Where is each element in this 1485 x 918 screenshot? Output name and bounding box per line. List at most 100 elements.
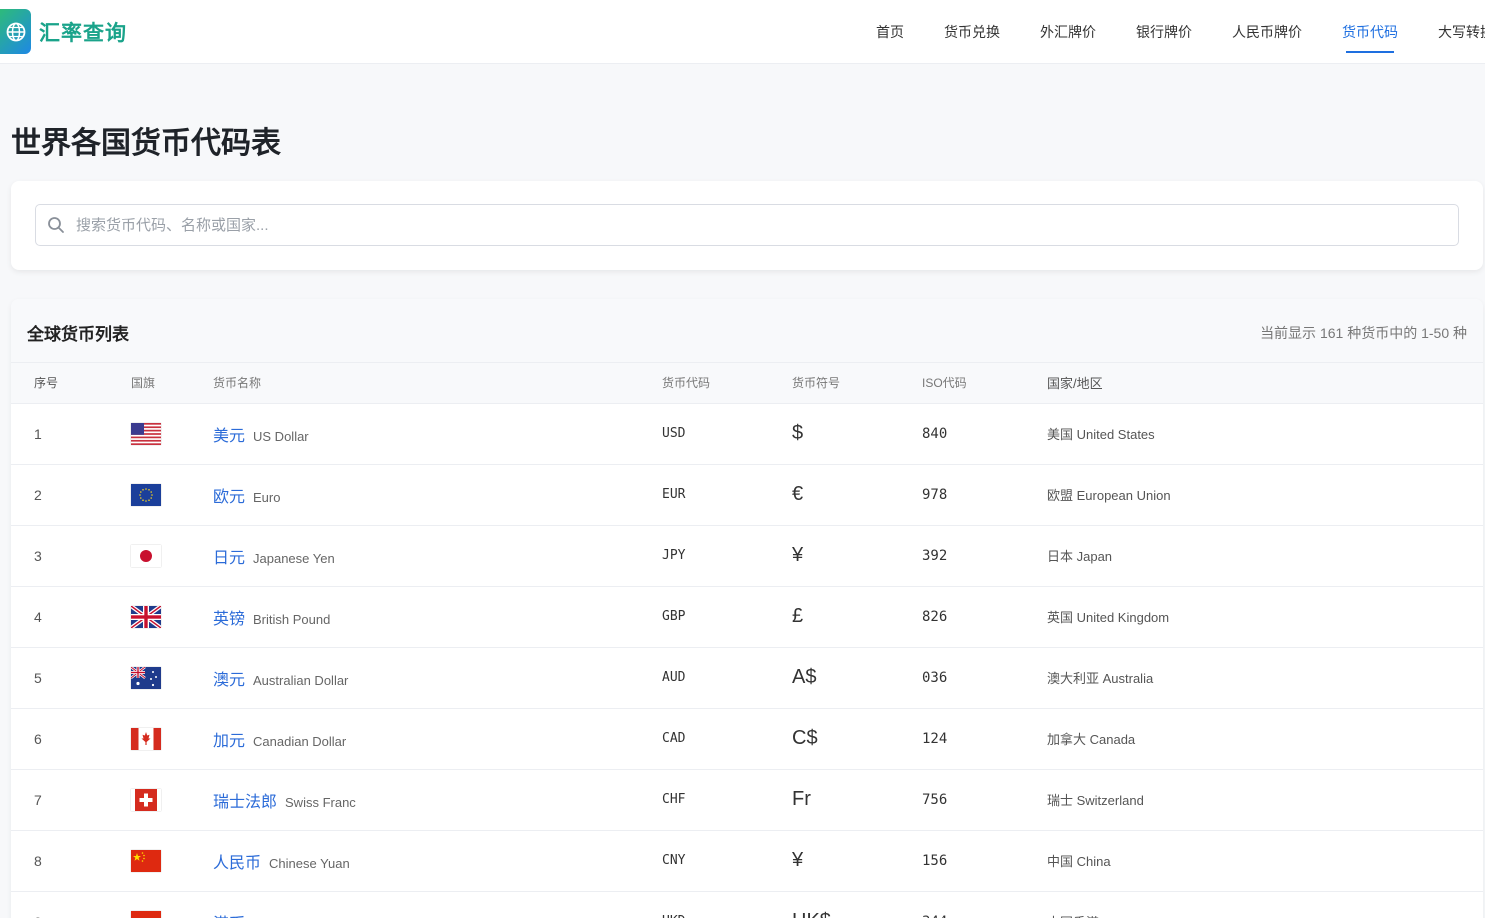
row-number: 3 [11, 525, 108, 587]
us-flag-icon [131, 422, 161, 445]
nav-item-0[interactable]: 首页 [860, 0, 920, 64]
row-number: 6 [11, 708, 108, 770]
table-row[interactable]: 1 美元 US Dollar USD $840 美国 United States [11, 403, 1483, 465]
col-header-no: 序号 [11, 363, 108, 404]
ch-flag-icon [131, 788, 161, 811]
jp-flag-icon [131, 544, 161, 567]
nav-item-2[interactable]: 外汇牌价 [1024, 0, 1112, 64]
currency-name-link[interactable]: 加元 [213, 733, 245, 750]
table-row[interactable]: 2 欧元 Euro EUR €978 欧盟 European Union [11, 464, 1483, 526]
currency-code: CHF [662, 769, 792, 831]
currency-english-name: Chinese Yuan [269, 855, 350, 871]
country-name: 加拿大 Canada [1047, 708, 1483, 770]
iso-code: 156 [922, 830, 1047, 892]
hk-flag-icon [131, 910, 161, 918]
currency-code: CAD [662, 708, 792, 770]
search-card [11, 181, 1483, 270]
logo-text: 汇率查询 [39, 21, 127, 45]
nav-item-6[interactable]: 大写转换 [1422, 0, 1485, 64]
site-logo[interactable]: 汇率查询 [0, 9, 127, 54]
search-box[interactable] [35, 204, 1459, 246]
top-header: 汇率查询 首页货币兑换外汇牌价银行牌价人民币牌价货币代码大写转换 [0, 0, 1485, 64]
currency-code: HKD [662, 891, 792, 918]
iso-code: 978 [922, 464, 1047, 526]
col-header-flag: 国旗 [108, 363, 213, 404]
list-header: 全球货币列表 当前显示 161 种货币中的 1-50 种 [11, 299, 1483, 363]
currency-code: AUD [662, 647, 792, 709]
row-number: 2 [11, 464, 108, 526]
table-header-row: 序号 国旗 货币名称 货币代码 货币符号 ISO代码 国家/地区 [11, 363, 1483, 404]
nav-item-1[interactable]: 货币兑换 [928, 0, 1016, 64]
page-title: 世界各国货币代码表 [11, 127, 281, 160]
currency-name-link[interactable]: 欧元 [213, 489, 245, 506]
currency-symbol: ¥ [792, 525, 922, 587]
currency-symbol: € [792, 464, 922, 526]
country-name: 中国香港 Hong Kong [1047, 891, 1483, 918]
currency-symbol: C$ [792, 708, 922, 770]
table-row[interactable]: 8 人民币 Chinese Yuan CNY ¥156 中国 China [11, 830, 1483, 892]
currency-name-link[interactable]: 美元 [213, 428, 245, 445]
gb-flag-icon [129, 603, 163, 630]
currency-symbol: ¥ [792, 830, 922, 892]
nav-item-3[interactable]: 银行牌价 [1120, 0, 1208, 64]
country-name: 美国 United States [1047, 403, 1483, 465]
currency-symbol: Fr [792, 769, 922, 831]
table-row[interactable]: 9港币Hong Kong DollarHKDHK$344中国香港 Hong Ko… [11, 891, 1483, 918]
iso-code: 124 [922, 708, 1047, 770]
iso-code: 840 [922, 403, 1047, 465]
table-row[interactable]: 7 瑞士法郎 Swiss Franc CHF Fr 756 瑞士 Switzerland [11, 769, 1483, 831]
iso-code: 344 [922, 891, 1047, 918]
currency-code: USD [662, 403, 792, 465]
currency-code: JPY [662, 525, 792, 587]
currency-symbol: £ [792, 586, 922, 648]
search-icon [48, 217, 64, 233]
table-row[interactable]: 6 加元 Canadian Dollar CAD C$ 124 加拿大 Canada [11, 708, 1483, 770]
col-header-code: 货币代码 [662, 363, 792, 404]
row-number: 1 [11, 403, 108, 465]
iso-code: 756 [922, 769, 1047, 831]
currency-english-name: Australian Dollar [253, 672, 349, 688]
currency-code: EUR [662, 464, 792, 526]
list-count: 当前显示 161 种货币中的 1-50 种 [1260, 325, 1467, 341]
table-row[interactable]: 4 英镑 British Pound GBP £826 英国 United Kingdom [11, 586, 1483, 648]
row-number: 9 [11, 891, 108, 918]
col-header-name: 货币名称 [213, 363, 662, 404]
row-number: 7 [11, 769, 108, 831]
currency-code: GBP [662, 586, 792, 648]
currency-english-name: Canadian Dollar [253, 733, 347, 749]
currency-symbol: HK$ [792, 891, 922, 918]
currency-symbol: A$ [792, 647, 922, 709]
globe-icon [0, 9, 31, 54]
search-input[interactable] [76, 216, 1436, 234]
table-row[interactable]: 5 澳元 Australian Dollar AUD A$ 036 澳大利亚 Austral… [11, 647, 1483, 709]
au-flag-icon [130, 665, 161, 689]
currency-name-link[interactable]: 瑞士法郎 [213, 794, 277, 811]
currency-english-name: US Dollar [253, 428, 309, 444]
nav-item-5[interactable]: 货币代码 [1326, 0, 1414, 64]
col-header-iso: ISO代码 [922, 363, 1047, 404]
currency-name-link[interactable]: 日元 [213, 550, 245, 567]
currency-english-name: Swiss Franc [285, 794, 356, 810]
nav-item-4[interactable]: 人民币牌价 [1216, 0, 1318, 64]
table-row[interactable]: 3 日元 Japanese Yen JPY ¥392 日本 Japan [11, 525, 1483, 587]
iso-code: 826 [922, 586, 1047, 648]
country-name: 瑞士 Switzerland [1047, 769, 1483, 831]
currency-english-name: Euro [253, 489, 281, 505]
currency-english-name: Japanese Yen [253, 550, 335, 566]
currency-name-link[interactable]: 人民币 [213, 855, 261, 872]
list-title: 全球货币列表 [27, 325, 129, 344]
ca-flag-icon [131, 727, 161, 750]
country-name: 澳大利亚 Australia [1047, 647, 1483, 709]
currency-name-link[interactable]: 澳元 [213, 672, 245, 689]
country-name: 英国 United Kingdom [1047, 586, 1483, 648]
country-name: 欧盟 European Union [1047, 464, 1483, 526]
main-nav: 首页货币兑换外汇牌价银行牌价人民币牌价货币代码大写转换 [860, 0, 1485, 64]
currency-symbol: $ [792, 403, 922, 465]
currency-table: 序号 国旗 货币名称 货币代码 货币符号 ISO代码 国家/地区 1 美元 US D… [11, 363, 1483, 918]
row-number: 8 [11, 830, 108, 892]
row-number: 5 [11, 647, 108, 709]
eu-flag-icon [131, 483, 161, 506]
currency-list-card: 全球货币列表 当前显示 161 种货币中的 1-50 种 序号 国旗 货币名称 … [11, 299, 1483, 918]
currency-name-link[interactable]: 英镑 [213, 611, 245, 628]
col-header-country: 国家/地区 [1047, 363, 1483, 404]
